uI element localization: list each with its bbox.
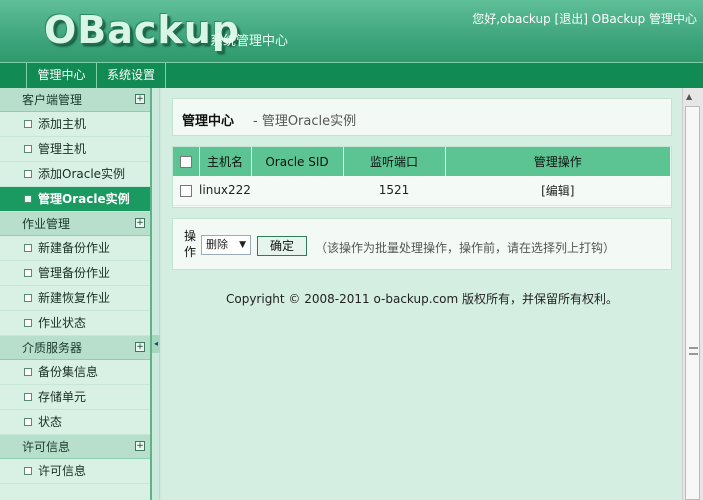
sidebar-item-label: 存储单元 bbox=[38, 390, 87, 404]
sidebar-section-media-server[interactable]: 介质服务器 + bbox=[0, 336, 150, 360]
bullet-icon bbox=[24, 170, 32, 178]
bullet-icon bbox=[24, 120, 32, 128]
confirm-button[interactable]: 确定 bbox=[257, 236, 307, 256]
sidebar-item-label: 管理主机 bbox=[38, 142, 87, 156]
operation-label: 操作 bbox=[184, 229, 197, 259]
main-content: 管理中心 - 管理Oracle实例 主机名 Oracle SID 监听端口 管理… bbox=[162, 88, 682, 500]
dropdown-arrow-icon: ▼ bbox=[239, 240, 246, 250]
column-header-listener-port: 监听端口 bbox=[343, 147, 446, 176]
table-row: linux222 1521 [编辑] bbox=[173, 176, 671, 206]
system-title: 系统管理中心 bbox=[210, 34, 289, 49]
instance-table-panel: 主机名 Oracle SID 监听端口 管理操作 linux222 1521 [… bbox=[172, 146, 672, 208]
sidebar-item-label: 作业状态 bbox=[38, 316, 87, 330]
bullet-icon bbox=[24, 294, 32, 302]
select-all-header bbox=[173, 147, 200, 176]
sidebar-item-label: 添加Oracle实例 bbox=[38, 167, 126, 181]
sidebar-item-label: 许可信息 bbox=[38, 464, 87, 478]
sidebar-item-label: 新建恢复作业 bbox=[38, 291, 111, 305]
sidebar-item-status[interactable]: 状态 bbox=[0, 410, 150, 435]
sidebar-item-manage-backup-job[interactable]: 管理备份作业 bbox=[0, 261, 150, 286]
sidebar-item-label: 状态 bbox=[38, 415, 63, 429]
bullet-icon bbox=[24, 368, 32, 376]
logout-link[interactable]: [退出] bbox=[555, 12, 588, 26]
sidebar-item-label: 新建备份作业 bbox=[38, 241, 111, 255]
batch-operation-panel: 操作 删除 ▼ 确定 （该操作为批量处理操作，操作前，请在选择列上打钩） bbox=[172, 218, 672, 270]
page-title-panel: 管理中心 - 管理Oracle实例 bbox=[172, 98, 672, 136]
page-title: 管理中心 bbox=[182, 114, 235, 129]
bullet-icon bbox=[24, 195, 32, 203]
sidebar-item-manage-host[interactable]: 管理主机 bbox=[0, 137, 150, 162]
section-title: 客户端管理 bbox=[22, 93, 83, 107]
row-select-cell bbox=[173, 176, 199, 206]
sidebar-item-job-status[interactable]: 作业状态 bbox=[0, 311, 150, 336]
sidebar-item-add-host[interactable]: 添加主机 bbox=[0, 112, 150, 137]
operation-note: （该操作为批量处理操作，操作前，请在选择列上打钩） bbox=[315, 241, 616, 255]
edit-link[interactable]: [编辑] bbox=[445, 176, 671, 206]
oracle-instance-table: 主机名 Oracle SID 监听端口 管理操作 linux222 1521 [… bbox=[173, 147, 671, 206]
greeting: 您好,obackup bbox=[472, 12, 551, 26]
bullet-icon bbox=[24, 319, 32, 327]
app-name: OBackup 管理中心 bbox=[591, 12, 697, 26]
bullet-icon bbox=[24, 393, 32, 401]
column-header-actions: 管理操作 bbox=[445, 147, 671, 176]
hostname-cell: linux222 bbox=[199, 176, 251, 206]
bullet-icon bbox=[24, 418, 32, 426]
vertical-scrollbar[interactable]: ▲ bbox=[682, 88, 703, 500]
section-title: 介质服务器 bbox=[22, 341, 83, 355]
sidebar-item-label: 备份集信息 bbox=[38, 365, 99, 379]
bullet-icon bbox=[24, 145, 32, 153]
operation-selected-value: 删除 bbox=[206, 238, 228, 251]
section-title: 许可信息 bbox=[22, 440, 71, 454]
sidebar-item-new-backup-job[interactable]: 新建备份作业 bbox=[0, 236, 150, 261]
row-checkbox[interactable] bbox=[180, 184, 192, 197]
sidebar-item-label: 添加主机 bbox=[38, 117, 87, 131]
column-header-hostname: 主机名 bbox=[199, 147, 252, 176]
bullet-icon bbox=[24, 269, 32, 277]
header: OBackup 系统管理中心 您好,obackup [退出] OBackup 管… bbox=[0, 0, 703, 62]
sidebar-item-label: 管理备份作业 bbox=[38, 266, 111, 280]
grip-icon bbox=[689, 347, 698, 355]
bullet-icon bbox=[24, 467, 32, 475]
scrollbar-thumb[interactable] bbox=[685, 106, 700, 500]
port-cell: 1521 bbox=[343, 176, 445, 206]
sidebar-section-license[interactable]: 许可信息 + bbox=[0, 435, 150, 459]
column-header-oracle-sid: Oracle SID bbox=[251, 147, 344, 176]
scroll-up-icon[interactable]: ▲ bbox=[686, 92, 692, 101]
copyright: Copyright © 2008-2011 o-backup.com 版权所有，… bbox=[225, 292, 618, 306]
oracle-sid-cell bbox=[251, 176, 343, 206]
sidebar-item-storage-unit[interactable]: 存储单元 bbox=[0, 385, 150, 410]
expand-icon[interactable]: + bbox=[135, 218, 145, 228]
sidebar-item-license-info[interactable]: 许可信息 bbox=[0, 459, 150, 484]
sidebar-section-client-management[interactable]: 客户端管理 + bbox=[0, 88, 150, 112]
bullet-icon bbox=[24, 244, 32, 252]
expand-icon[interactable]: + bbox=[135, 441, 145, 451]
nav-management-center[interactable]: 管理中心 bbox=[26, 63, 96, 88]
sidebar-splitter[interactable]: ◂ bbox=[152, 88, 160, 500]
collapse-sidebar-icon[interactable]: ◂ bbox=[152, 335, 160, 353]
sidebar-item-new-restore-job[interactable]: 新建恢复作业 bbox=[0, 286, 150, 311]
subtitle-text: 管理Oracle实例 bbox=[261, 114, 357, 129]
section-title: 作业管理 bbox=[22, 217, 71, 231]
operation-select[interactable]: 删除 ▼ bbox=[201, 235, 251, 255]
top-nav: 管理中心 系统设置 bbox=[0, 62, 703, 88]
page-subtitle: - 管理Oracle实例 bbox=[253, 110, 356, 129]
nav-system-settings[interactable]: 系统设置 bbox=[96, 63, 166, 88]
expand-icon[interactable]: + bbox=[135, 94, 145, 104]
sidebar: 客户端管理 + 添加主机 管理主机 添加Oracle实例 管理Oracle实例 … bbox=[0, 88, 152, 500]
user-bar: 您好,obackup [退出] OBackup 管理中心 bbox=[472, 10, 697, 27]
sidebar-item-backup-set-info[interactable]: 备份集信息 bbox=[0, 360, 150, 385]
select-all-checkbox[interactable] bbox=[179, 156, 192, 168]
expand-icon[interactable]: + bbox=[135, 342, 145, 352]
sidebar-item-add-oracle-instance[interactable]: 添加Oracle实例 bbox=[0, 162, 150, 187]
sidebar-section-job-management[interactable]: 作业管理 + bbox=[0, 212, 150, 236]
sidebar-item-label: 管理Oracle实例 bbox=[38, 192, 130, 206]
sidebar-item-manage-oracle-instance[interactable]: 管理Oracle实例 bbox=[0, 187, 150, 212]
title-separator: - bbox=[253, 114, 262, 129]
